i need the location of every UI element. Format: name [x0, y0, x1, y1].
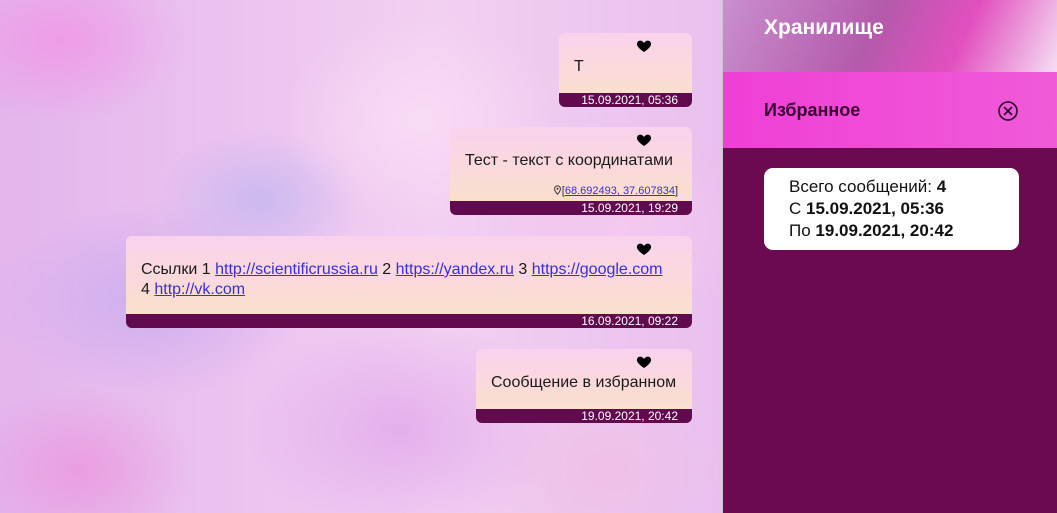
link-google[interactable]: https://google.com — [532, 261, 663, 278]
message-text: Т — [574, 58, 584, 75]
stats-from-label: С — [789, 199, 806, 218]
message-timestamp: 15.09.2021, 05:36 — [559, 93, 692, 107]
close-circle-icon[interactable] — [997, 100, 1019, 122]
message-timestamp: 15.09.2021, 19:29 — [450, 201, 692, 215]
chat-area: Т 15.09.2021, 05:36 Тест - текст с коорд… — [0, 0, 723, 513]
stats-to-value: 19.09.2021, 20:42 — [815, 221, 954, 240]
panel-header: Хранилище — [723, 0, 1057, 72]
coords-link[interactable]: 68.692493, 37.607834 — [565, 185, 675, 197]
message-text: Тест - текст с координатами — [465, 152, 673, 169]
message-bubble[interactable]: Т 15.09.2021, 05:36 — [559, 33, 692, 107]
favorites-label: Избранное — [764, 100, 861, 120]
message-text: Ссылки 1 http://scientificrussia.ru 2 ht… — [126, 260, 692, 300]
stats-total: Всего сообщений: 4 — [789, 176, 1019, 198]
message-timestamp: 19.09.2021, 20:42 — [476, 409, 692, 423]
panel-title: Хранилище — [764, 16, 884, 39]
link-vk[interactable]: http://vk.com — [154, 281, 245, 298]
location-coordinates[interactable]: [68.692493, 37.607834] — [553, 185, 692, 197]
text-segment: 2 — [377, 261, 396, 278]
text-segment: Ссылки 1 — [141, 261, 216, 278]
stats-card: Всего сообщений: 4 С 15.09.2021, 05:36 П… — [764, 168, 1019, 250]
stats-total-label: Всего сообщений: — [789, 177, 937, 196]
location-pin-icon — [553, 185, 561, 195]
stats-from: С 15.09.2021, 05:36 — [789, 198, 1019, 220]
heart-icon[interactable] — [636, 354, 652, 370]
stats-to-label: По — [789, 221, 816, 240]
message-bubble[interactable]: Тест - текст с координатами [68.692493, … — [450, 127, 692, 215]
message-bubble[interactable]: Сообщение в избранном 19.09.2021, 20:42 — [476, 349, 692, 423]
text-segment: 3 — [513, 261, 532, 278]
link-yandex[interactable]: https://yandex.ru — [396, 261, 514, 278]
message-bubble[interactable]: Ссылки 1 http://scientificrussia.ru 2 ht… — [126, 236, 692, 328]
heart-icon[interactable] — [636, 38, 652, 54]
storage-panel: Хранилище Избранное Всего сообщений: 4 С… — [722, 0, 1057, 513]
link-scientificrussia[interactable]: http://scientificrussia.ru — [215, 261, 378, 278]
text-segment: 4 — [141, 281, 155, 298]
coords-close-bracket: ] — [674, 185, 678, 197]
stats-from-value: 15.09.2021, 05:36 — [806, 199, 945, 218]
stats-total-value: 4 — [936, 177, 947, 196]
stats-to: По 19.09.2021, 20:42 — [789, 220, 1019, 242]
message-text: Сообщение в избранном — [491, 374, 677, 391]
favorites-bar: Избранное — [723, 72, 1057, 148]
heart-icon[interactable] — [636, 241, 652, 257]
heart-icon[interactable] — [636, 132, 652, 148]
message-timestamp: 16.09.2021, 09:22 — [126, 314, 692, 328]
